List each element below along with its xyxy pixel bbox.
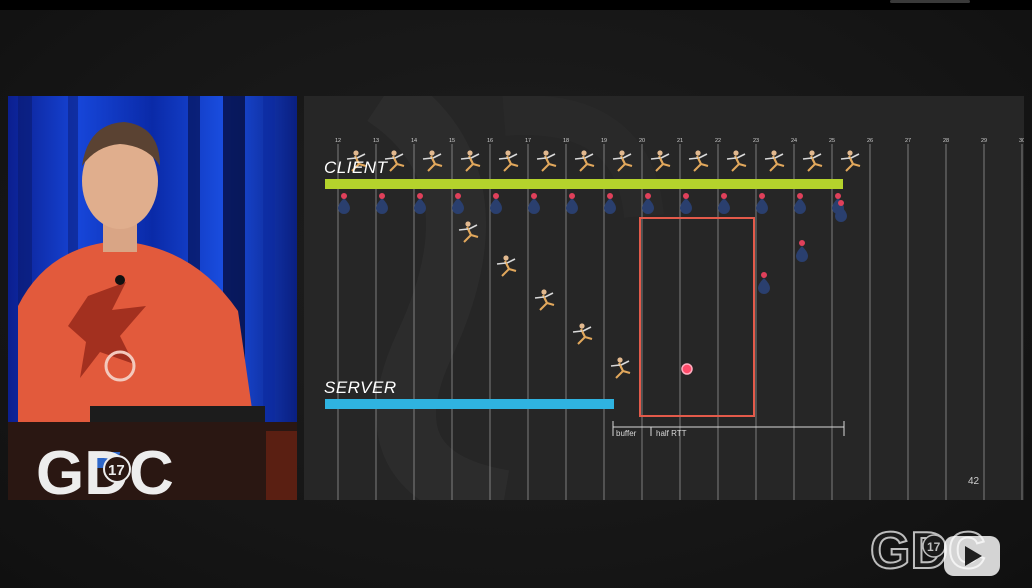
runner-sprite xyxy=(384,150,405,172)
tick-label: 12 xyxy=(335,138,341,144)
runner-sprite xyxy=(574,150,595,172)
tick-label: 19 xyxy=(601,138,607,144)
input-pin xyxy=(796,240,808,262)
tick-label: 18 xyxy=(563,138,569,144)
progress-indicator xyxy=(890,0,970,3)
input-pin xyxy=(794,193,806,214)
tick-label: 25 xyxy=(829,138,835,144)
server-label: SERVER xyxy=(324,378,397,397)
tick-label: 13 xyxy=(373,138,379,144)
input-pin xyxy=(566,193,578,214)
input-pin xyxy=(528,193,540,214)
presentation-slide: 12 13 14 15 16 17 18 19 20 21 22 23 24 25 26 27 28 29 30 xyxy=(304,96,1024,500)
input-pin xyxy=(490,193,502,214)
play-button[interactable] xyxy=(944,536,1000,576)
runner-sprite xyxy=(802,150,823,172)
tick-label: 17 xyxy=(525,138,531,144)
half-rtt-annotation: half RTT xyxy=(656,429,687,438)
runner-sprite xyxy=(650,150,671,172)
watermark-logo-number: 17 xyxy=(927,540,941,554)
presenter-camera-feed: GDC 17 xyxy=(8,96,297,500)
runner-sprite xyxy=(610,357,631,379)
tick-label: 28 xyxy=(943,138,949,144)
video-player[interactable]: GDC 17 12 13 14 15 16 17 18 19 20 21 22 23 24 25 26 27 2… xyxy=(0,0,1032,588)
input-pin xyxy=(718,193,730,214)
runner-sprite xyxy=(496,255,517,277)
timing-bracket xyxy=(612,421,845,436)
slide-page-number: 42 xyxy=(968,476,980,487)
tick-label: 30 xyxy=(1019,138,1024,144)
tick-label: 22 xyxy=(715,138,721,144)
input-pin xyxy=(604,193,616,214)
input-pin xyxy=(338,193,350,214)
client-label: CLIENT xyxy=(324,158,388,177)
tick-label: 14 xyxy=(411,138,417,144)
server-input-marker xyxy=(681,363,693,375)
input-pin xyxy=(758,272,770,294)
podium-logo-number: 17 xyxy=(108,462,125,479)
runner-sprite xyxy=(536,150,557,172)
runner-sprite xyxy=(764,150,785,172)
runner-sprite xyxy=(840,150,861,172)
tick-label: 26 xyxy=(867,138,873,144)
half-rtt-highlight-box xyxy=(639,217,755,417)
tick-label: 16 xyxy=(487,138,493,144)
runner-sprite xyxy=(498,150,519,172)
tick-label: 21 xyxy=(677,138,683,144)
gdc-podium-logo: GDC 17 xyxy=(36,436,246,500)
runner-sprite xyxy=(688,150,709,172)
play-icon xyxy=(965,546,982,566)
tick-label: 15 xyxy=(449,138,455,144)
timeline-diagram: 12 13 14 15 16 17 18 19 20 21 22 23 24 25 26 27 28 29 30 xyxy=(325,96,1024,500)
tick-label: 27 xyxy=(905,138,911,144)
tick-label: 20 xyxy=(639,138,645,144)
tick-label: 29 xyxy=(981,138,987,144)
tick-label: 23 xyxy=(753,138,759,144)
runner-sprite xyxy=(726,150,747,172)
input-pin xyxy=(756,193,768,214)
buffer-annotation: buffer xyxy=(616,429,637,438)
top-bar xyxy=(0,0,1032,10)
tick-label: 24 xyxy=(791,138,797,144)
input-pin xyxy=(680,193,692,214)
input-pin xyxy=(376,193,388,214)
runner-sprite xyxy=(572,323,593,345)
client-bar xyxy=(325,179,843,189)
server-bar xyxy=(325,399,614,409)
runner-sprite xyxy=(534,289,555,311)
